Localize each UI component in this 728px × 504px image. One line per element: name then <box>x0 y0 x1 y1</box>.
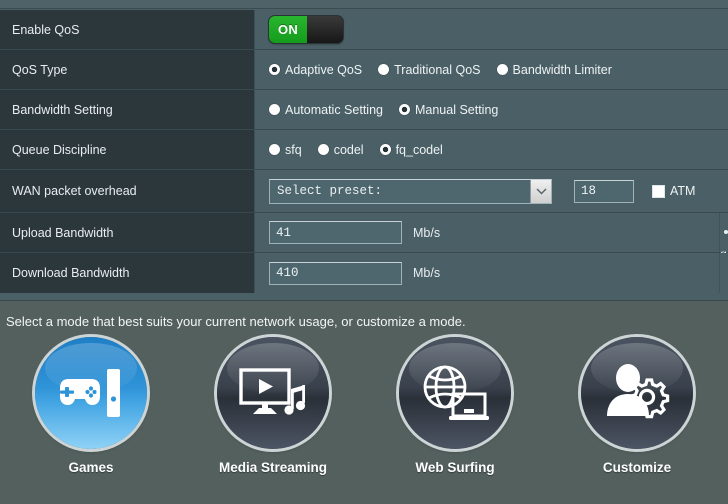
atm-label: ATM <box>670 184 696 198</box>
value-qos-type: Adaptive QoS Traditional QoS Bandwidth L… <box>255 50 728 89</box>
radio-label: Adaptive QoS <box>285 62 363 77</box>
radio-label: codel <box>333 142 364 157</box>
label-qos-type: QoS Type <box>0 50 255 89</box>
radio-automatic-setting[interactable]: Automatic Setting <box>269 103 383 117</box>
mode-selection-title: Select a mode that best suits your curre… <box>6 314 466 329</box>
upload-bandwidth-input[interactable] <box>269 221 402 244</box>
mode-media-streaming-circle[interactable] <box>217 337 329 449</box>
download-bandwidth-field-group: Mb/s <box>269 261 479 285</box>
atm-checkbox-wrapper[interactable]: ATM <box>652 184 695 198</box>
radio-circle-icon[interactable] <box>496 64 508 75</box>
radio-bandwidth-limiter[interactable]: Bandwidth Limiter <box>496 62 612 77</box>
enable-qos-toggle[interactable]: ON <box>269 16 343 43</box>
mode-grid: Games Media Streaming Web Surfing Custom… <box>0 337 728 475</box>
mode-games-circle[interactable] <box>35 337 147 449</box>
preset-select-value: Select preset: <box>277 184 383 198</box>
label-upload-bandwidth: Upload Bandwidth <box>0 213 255 252</box>
toggle-on-label: ON <box>269 16 307 43</box>
bandwidth-setting-radio-group: Automatic Setting Manual Setting <box>269 103 514 117</box>
chevron-down-icon[interactable] <box>530 179 551 203</box>
radio-circle-icon[interactable] <box>269 144 280 155</box>
label-bandwidth-setting: Bandwidth Setting <box>0 90 255 129</box>
radio-fq-codel[interactable]: fq_codel <box>379 142 443 157</box>
radio-circle-icon[interactable] <box>269 64 280 75</box>
mode-customize[interactable]: Customize <box>546 337 728 475</box>
radio-circle-icon[interactable] <box>379 144 391 155</box>
row-download-bandwidth: Download Bandwidth Mb/s <box>0 253 728 293</box>
gamepad-console-icon <box>60 369 120 417</box>
label-queue-discipline: Queue Discipline <box>0 130 255 169</box>
row-qos-type: QoS Type Adaptive QoS Traditional QoS Ba… <box>0 50 728 90</box>
mode-customize-circle[interactable] <box>581 337 693 449</box>
radio-label: Traditional QoS <box>394 62 481 77</box>
radio-traditional-qos[interactable]: Traditional QoS <box>378 62 481 77</box>
radio-codel[interactable]: codel <box>317 142 364 157</box>
queue-discipline-radio-group: sfq codel fq_codel <box>269 143 459 157</box>
row-queue-discipline: Queue Discipline sfq codel fq_codel <box>0 130 728 170</box>
overhead-value-input[interactable] <box>574 179 634 203</box>
row-bandwidth-setting: Bandwidth Setting Automatic Setting Manu… <box>0 90 728 130</box>
mode-games-label: Games <box>68 460 114 475</box>
mode-web-surfing[interactable]: Web Surfing <box>364 337 546 475</box>
mode-selection-panel: Select a mode that best suits your curre… <box>0 300 728 504</box>
radio-label: Bandwidth Limiter <box>512 62 612 77</box>
mode-web-surfing-label: Web Surfing <box>415 460 495 475</box>
note-column-divider <box>719 253 720 293</box>
radio-circle-icon[interactable] <box>317 144 329 155</box>
value-upload-bandwidth: Mb/s Get the bandwidth information from … <box>255 213 728 261</box>
monitor-music-icon <box>239 368 306 415</box>
globe-laptop-icon <box>423 365 489 420</box>
radio-circle-icon[interactable] <box>378 64 390 75</box>
chevron-down-glyph <box>536 188 546 194</box>
radio-label: Manual Setting <box>414 102 499 117</box>
radio-sfq[interactable]: sfq <box>269 143 302 157</box>
toggle-knob[interactable] <box>307 16 343 43</box>
download-bandwidth-unit: Mb/s <box>413 266 441 280</box>
mode-media-streaming[interactable]: Media Streaming <box>182 337 364 475</box>
value-enable-qos: ON <box>255 10 728 49</box>
qos-settings-table: Enable QoS ON QoS Type Adaptive QoS Trad… <box>0 10 728 293</box>
radio-label: fq_codel <box>395 142 443 157</box>
radio-label: Automatic Setting <box>285 102 383 117</box>
mode-customize-label: Customize <box>602 460 672 475</box>
upload-bandwidth-field-group: Mb/s <box>269 221 479 244</box>
value-bandwidth-setting: Automatic Setting Manual Setting <box>255 90 728 129</box>
radio-adaptive-qos[interactable]: Adaptive QoS <box>269 63 362 77</box>
row-enable-qos: Enable QoS ON <box>0 10 728 50</box>
value-download-bandwidth: Mb/s <box>255 253 728 293</box>
row-wan-packet-overhead: WAN packet overhead Select preset: ATM <box>0 170 728 213</box>
qos-type-radio-group: Adaptive QoS Traditional QoS Bandwidth L… <box>269 63 628 77</box>
upload-bandwidth-unit: Mb/s <box>413 225 441 240</box>
preset-select[interactable]: Select preset: <box>269 178 552 204</box>
mode-media-streaming-label: Media Streaming <box>218 460 328 475</box>
label-wan-packet-overhead: WAN packet overhead <box>0 170 255 212</box>
radio-circle-icon[interactable] <box>269 104 280 115</box>
download-bandwidth-input[interactable] <box>269 261 402 285</box>
qos-settings-page: Enable QoS ON QoS Type Adaptive QoS Trad… <box>0 0 728 504</box>
mode-web-surfing-circle[interactable] <box>399 337 511 449</box>
radio-manual-setting[interactable]: Manual Setting <box>398 102 499 117</box>
checkbox-icon[interactable] <box>652 184 665 198</box>
value-wan-packet-overhead: Select preset: ATM <box>255 170 728 212</box>
row-upload-bandwidth: Upload Bandwidth Mb/s Get the bandwidth … <box>0 213 728 261</box>
mode-games[interactable]: Games <box>0 337 182 475</box>
bullet-icon <box>724 230 728 234</box>
radio-circle-icon[interactable] <box>398 104 410 115</box>
radio-label: sfq <box>285 142 302 157</box>
person-gear-icon <box>607 364 670 419</box>
label-enable-qos: Enable QoS <box>0 10 255 49</box>
value-queue-discipline: sfq codel fq_codel <box>255 130 728 169</box>
page-top-strip <box>0 0 728 9</box>
label-download-bandwidth: Download Bandwidth <box>0 253 255 293</box>
